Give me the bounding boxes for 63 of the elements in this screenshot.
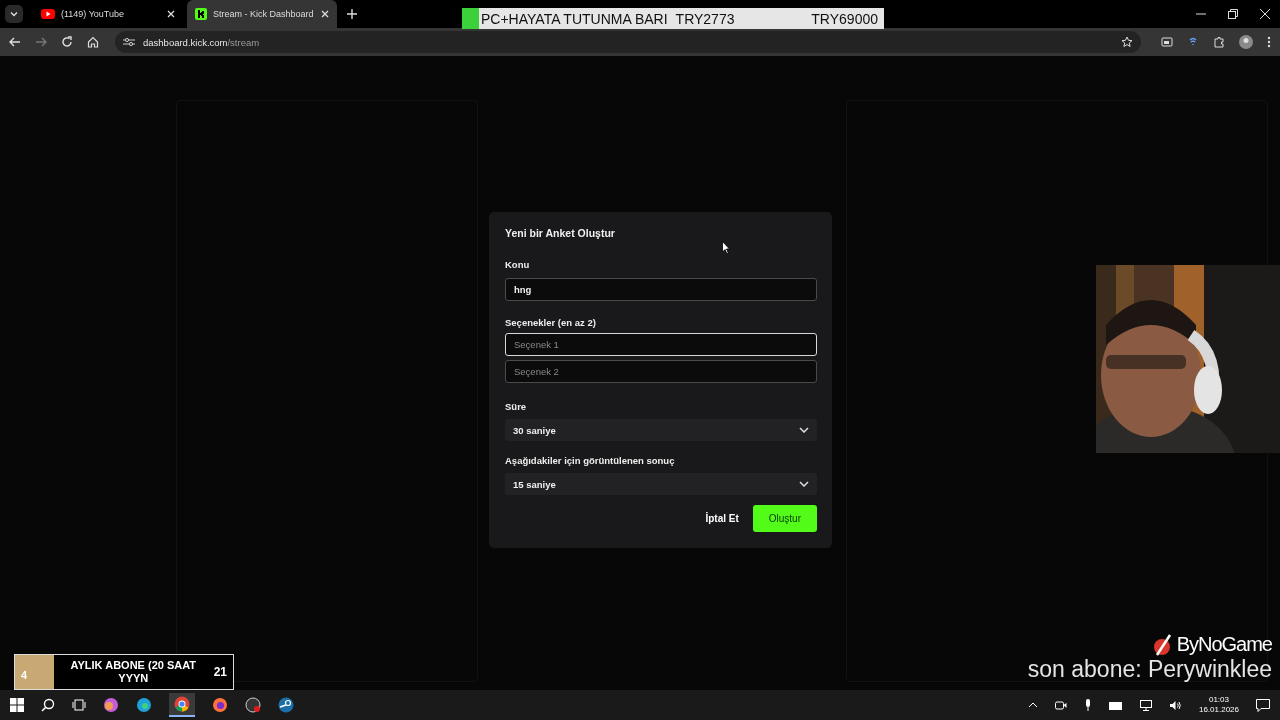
restore-icon[interactable] [1228, 9, 1238, 19]
close-icon[interactable] [1260, 9, 1270, 19]
forward-icon[interactable] [35, 36, 47, 48]
network-icon[interactable] [1139, 699, 1152, 711]
brand-name: ByNoGame [1176, 633, 1272, 656]
steam-icon[interactable] [278, 697, 294, 713]
home-icon[interactable] [87, 36, 99, 48]
puzzle-icon[interactable] [1213, 36, 1225, 48]
sub-goal-target: 21 [213, 665, 227, 679]
taskbar-app[interactable] [169, 693, 195, 717]
chevron-up-icon[interactable] [1027, 702, 1038, 708]
clock-date: 16.01.2026 [1198, 705, 1239, 715]
browser-tab[interactable]: Stream - Kick Dashboard [187, 0, 337, 28]
input-field[interactable]: hng [505, 278, 817, 301]
new-tab-icon[interactable] [347, 9, 357, 19]
copilot-icon[interactable] [103, 697, 119, 713]
field-label: Aşağıdakiler için görüntülenen sonuç [505, 455, 676, 466]
chevron-down-icon [9, 9, 19, 19]
close-icon[interactable] [167, 10, 175, 18]
more-icon[interactable] [1267, 36, 1271, 48]
cast-icon[interactable] [1161, 36, 1173, 48]
input-field[interactable]: Seçenek 2 [505, 360, 817, 383]
sub-goal-title: AYLIK ABONE (20 SAAT YYYN [69, 659, 198, 685]
volume-icon[interactable] [1168, 699, 1182, 711]
field-label: Seçenekler (en az 2) [505, 317, 597, 328]
tab-search-button[interactable] [5, 5, 23, 23]
kick-icon [195, 8, 207, 20]
dialog-title: Yeni bir Anket Oluştur [505, 227, 616, 239]
search-icon[interactable] [41, 698, 55, 712]
field-label: Süre [505, 401, 528, 412]
reload-icon[interactable] [61, 36, 73, 48]
edge-icon[interactable] [136, 697, 152, 713]
notification-icon[interactable] [1256, 698, 1270, 712]
camera-icon[interactable] [1054, 700, 1067, 710]
goal-title: PC+HAYATA TUTUNMA BARI [481, 10, 668, 27]
recorder-icon[interactable] [245, 697, 261, 713]
create-button[interactable]: Oluştur [752, 505, 817, 532]
youtube-icon [41, 9, 55, 19]
clock-time: 01:03 [1208, 695, 1229, 705]
goal-amount: TRY2773 [675, 10, 735, 27]
star-icon[interactable] [1121, 36, 1133, 48]
goal-target: TRY69000 [811, 10, 878, 27]
chevron-down-icon [799, 481, 809, 487]
profile-icon[interactable] [1239, 35, 1253, 49]
sub-goal-count: 4 [21, 668, 29, 681]
chevron-down-icon [799, 427, 809, 433]
site-settings-icon[interactable] [123, 37, 135, 47]
cancel-button[interactable]: İptal Et [703, 505, 741, 532]
windows-icon[interactable] [10, 698, 24, 712]
microphone-icon[interactable] [1083, 699, 1092, 711]
dropdown[interactable]: 15 saniye [505, 473, 817, 495]
task-view-icon[interactable] [72, 698, 86, 712]
firefox-icon[interactable] [212, 697, 228, 713]
chrome-icon [174, 696, 190, 712]
mouse-pointer-icon [722, 241, 730, 254]
browser-tab[interactable]: (1149) YouTube [33, 0, 183, 28]
last-subscriber: son abone: Perywinklee [1027, 656, 1272, 683]
address-bar[interactable]: dashboard.kick.com/stream [115, 31, 1141, 53]
back-icon[interactable] [9, 36, 21, 48]
field-label: Konu [505, 259, 531, 270]
dropdown[interactable]: 30 saniye [505, 419, 817, 441]
battery-icon[interactable] [1108, 700, 1123, 710]
close-icon[interactable] [321, 10, 329, 18]
